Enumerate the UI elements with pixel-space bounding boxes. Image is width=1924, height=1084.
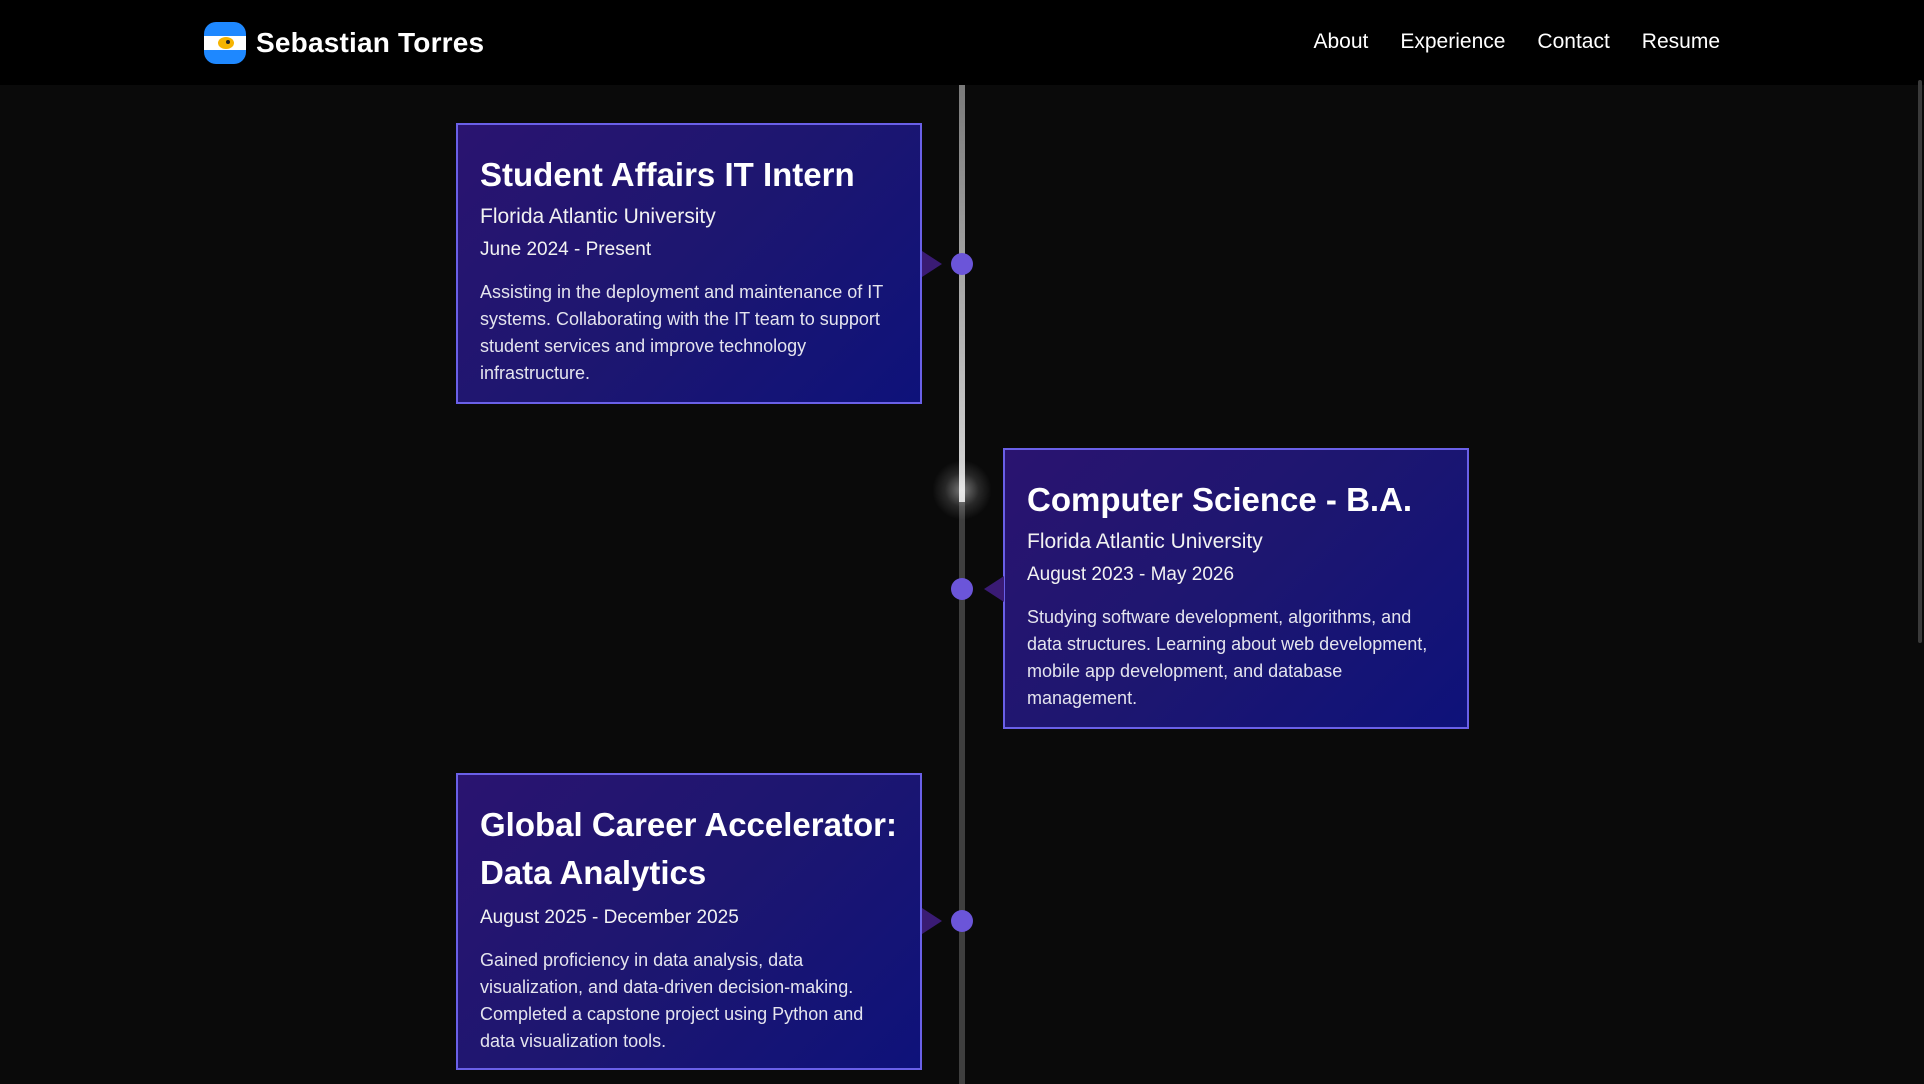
nav-links: About Experience Contact Resume	[1313, 30, 1720, 54]
timeline-dot	[951, 578, 973, 600]
card-date: August 2023 - May 2026	[1027, 564, 1235, 585]
top-navbar: Sebastian Torres About Experience Contac…	[0, 0, 1924, 85]
card-organization: Florida Atlantic University	[480, 205, 716, 228]
card-description: Assisting in the deployment and maintena…	[480, 282, 883, 383]
brand-name[interactable]: Sebastian Torres	[256, 27, 484, 59]
nav-contact[interactable]: Contact	[1537, 30, 1609, 54]
card-pointer	[984, 576, 1004, 602]
card-date: August 2025 - December 2025	[480, 907, 739, 928]
card-pointer	[922, 908, 942, 934]
timeline-progress	[959, 85, 965, 502]
scrollbar-thumb[interactable]	[1918, 80, 1922, 643]
brand[interactable]: Sebastian Torres	[204, 22, 484, 64]
timeline-progress-glow	[932, 460, 992, 520]
card-pointer	[922, 251, 942, 277]
card-title: Student Affairs IT Intern	[480, 156, 855, 193]
timeline-card: Student Affairs IT Intern Florida Atlant…	[456, 123, 922, 404]
timeline-card: Computer Science - B.A. Florida Atlantic…	[1003, 448, 1469, 729]
flag-logo-icon	[204, 22, 246, 64]
card-date: June 2024 - Present	[480, 239, 652, 260]
card-description: Gained proficiency in data analysis, dat…	[480, 950, 864, 1051]
timeline-card: Global Career Accelerator: Data Analytic…	[456, 773, 922, 1070]
card-title: Global Career Accelerator: Data Analytic…	[480, 806, 897, 891]
nav-resume[interactable]: Resume	[1642, 30, 1720, 54]
timeline-dot	[951, 910, 973, 932]
nav-experience[interactable]: Experience	[1400, 30, 1505, 54]
card-description: Studying software development, algorithm…	[1027, 607, 1428, 708]
card-organization: Florida Atlantic University	[1027, 530, 1263, 553]
timeline-dot	[951, 253, 973, 275]
nav-about[interactable]: About	[1313, 30, 1368, 54]
card-title: Computer Science - B.A.	[1027, 481, 1413, 518]
